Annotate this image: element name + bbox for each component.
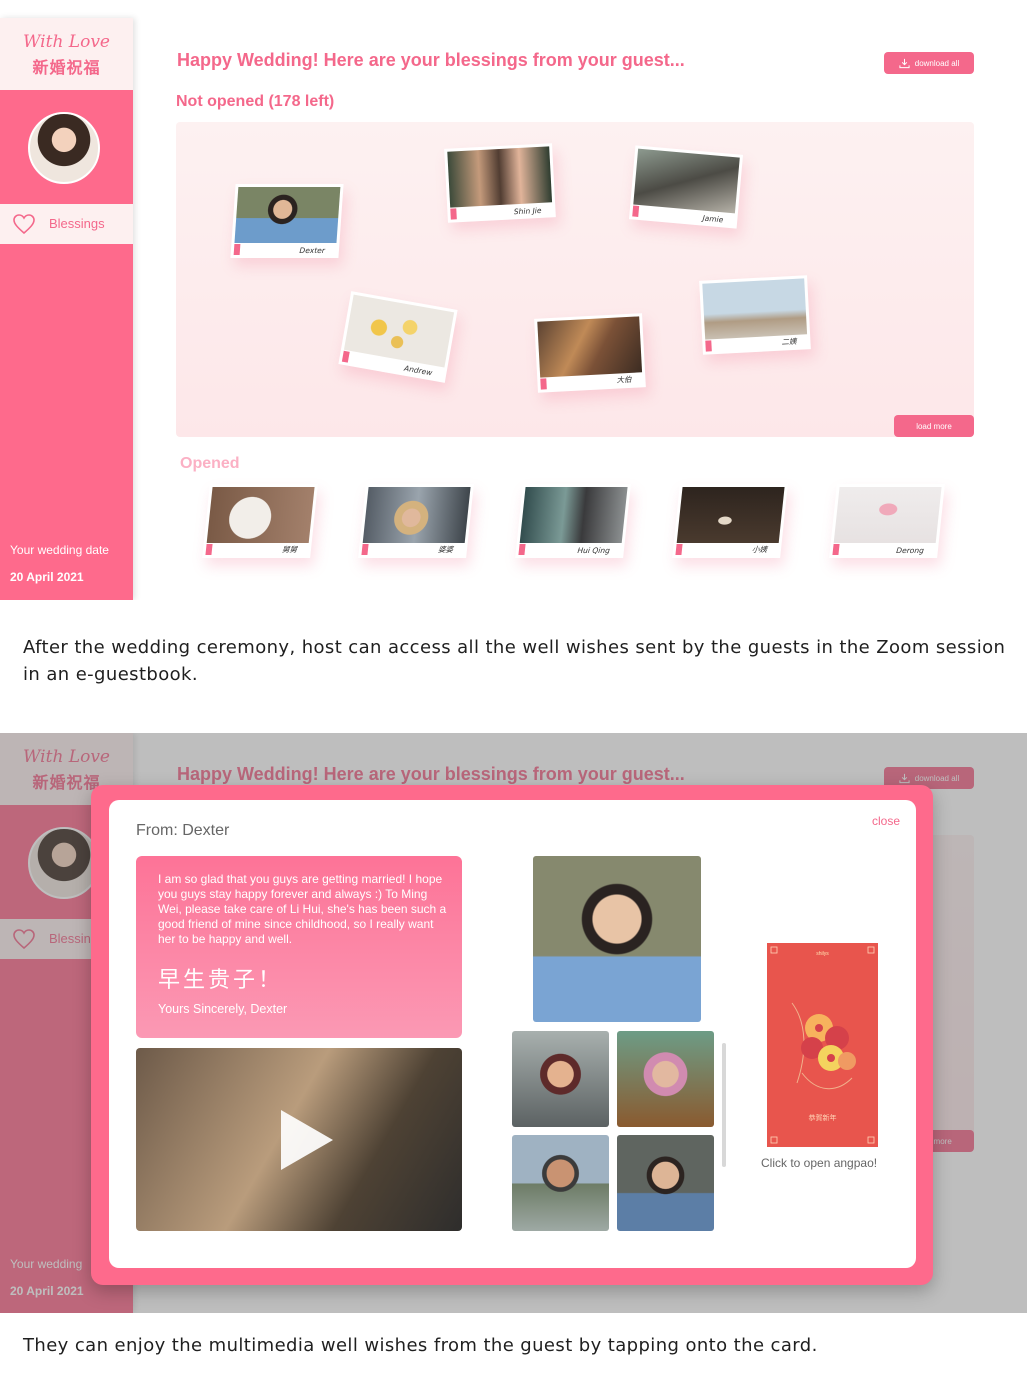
card-name: 小姨 [751,545,768,554]
thumbnail-photo[interactable] [617,1031,714,1127]
sidebar-item-label: Blessings [49,216,105,231]
card-tag [705,340,712,352]
card-tag [832,544,840,555]
card-photo [447,146,553,208]
sidebar-item-blessings[interactable]: Blessings [0,204,133,244]
card-photo [362,487,471,543]
card-name: Jamie [702,213,724,225]
card-name: Andrew [403,363,434,378]
caption-guestbook: After the wedding ceremony, host can acc… [23,637,1006,685]
sidebar: With Love 新婚祝福 Blessings Your wedding da… [0,18,133,600]
main-photo[interactable] [533,856,701,1022]
card-photo [206,487,315,543]
blessing-card-dexter[interactable]: Dexter [230,184,344,258]
play-icon[interactable] [281,1110,333,1170]
blessing-card-eryi[interactable]: 二姨 [699,275,811,355]
card-tag [632,205,640,217]
card-name: Shin Jie [513,205,542,217]
opened-card-hui-qing[interactable]: Hui Qing [515,484,631,558]
download-all-label: download all [914,58,960,68]
card-name: 舅舅 [281,545,298,554]
blessing-card-shin-jie[interactable]: Shin Jie [444,143,556,223]
brand-script: With Love [23,32,110,52]
blessing-modal-frame: From: Dexter close I am so glad that you… [91,785,933,1285]
guestbook-screen: With Love 新婚祝福 Blessings Your wedding da… [0,0,1027,600]
brand-chinese: 新婚祝福 [32,58,101,77]
opened-card-jiujiu[interactable]: 舅舅 [202,484,318,558]
blessing-card-jamie[interactable]: Jamie [628,145,744,229]
card-tag [341,350,350,363]
card-photo [633,148,740,214]
wedding-date-value: 20 April 2021 [10,570,84,584]
opened-title: Opened [180,455,240,472]
card-photo [537,316,643,378]
thumbnail-photo[interactable] [617,1135,714,1231]
card-photo [234,187,341,243]
card-tag [675,544,683,555]
caption-detail: They can enjoy the multimedia well wishe… [23,1335,818,1356]
angpao-envelope[interactable]: shilys 恭賀新年 [767,943,878,1147]
download-all-button[interactable]: download all [884,52,974,74]
card-photo [343,294,455,368]
not-opened-title: Not opened (178 left) [176,93,335,110]
card-photo [519,487,628,543]
card-tag [205,544,213,555]
gallery-scrollbar[interactable] [722,1043,726,1167]
card-name: 大伯 [616,374,632,385]
message-card: I am so glad that you guys are getting m… [136,856,462,1038]
card-tag [450,208,457,220]
thumbnail-photo[interactable] [512,1031,609,1127]
card-name: Hui Qing [577,546,611,555]
heart-icon [13,214,35,235]
sender-label: From: Dexter [136,822,230,839]
wedding-date-label: Your wedding date [10,543,109,557]
card-tag [361,544,369,555]
card-photo [702,278,808,340]
message-signature: Yours Sincerely, Dexter [158,1002,288,1016]
card-tag [518,544,526,555]
opened-card-derong[interactable]: Derong [829,484,945,558]
card-tag [233,244,241,255]
card-name: Dexter [299,246,326,255]
video-player[interactable] [136,1048,462,1231]
angpao-caption: Click to open angpao! [761,1156,878,1170]
blessing-modal: From: Dexter close I am so glad that you… [109,800,916,1268]
brand-logo: With Love 新婚祝福 [0,18,133,90]
blessing-detail-screen: With Love 新婚祝福 Blessings Your wedding 20… [0,733,1027,1313]
blessing-card-dabo[interactable]: 大伯 [534,313,646,393]
thumbnail-photo[interactable] [512,1135,609,1231]
card-photo [676,487,785,543]
card-name: 婆婆 [437,545,454,554]
opened-card-popo[interactable]: 婆婆 [358,484,474,558]
card-photo [833,487,942,543]
card-name: Derong [895,546,925,555]
load-more-button[interactable]: load more [894,415,974,437]
message-chinese: 早生贵子！ [158,968,284,993]
avatar [28,112,100,184]
opened-card-xiaoyi[interactable]: 小姨 [672,484,788,558]
page-title: Happy Wedding! Here are your blessings f… [177,50,685,70]
close-button[interactable]: close [872,814,900,828]
card-name: 二姨 [781,336,797,347]
angpao-greeting: 恭賀新年 [808,1114,837,1122]
card-tag [540,378,547,390]
download-icon [899,58,910,68]
message-text: I am so glad that you guys are getting m… [158,872,447,946]
